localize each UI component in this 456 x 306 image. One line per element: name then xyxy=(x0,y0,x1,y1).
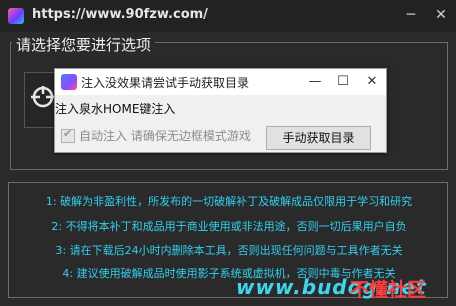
manual-get-directory-button[interactable]: 手动获取目录 xyxy=(266,126,371,150)
auto-inject-checkbox[interactable]: ✔ xyxy=(61,127,75,143)
close-button[interactable]: ✕ xyxy=(428,4,454,26)
options-legend: 请选择您要进行选项 xyxy=(12,34,156,55)
notice-line-3: 3: 请在下载后24小时内删除本工具，否则出现任何问题与工具作者无关 xyxy=(55,244,403,257)
dialog-maximize-button[interactable]: ☐ xyxy=(331,72,355,92)
inject-hint-text: 注入泉水HOME键注入 xyxy=(55,102,176,116)
app-logo-icon xyxy=(8,8,24,24)
inject-dialog: 注入没效果请尝试手动获取目录 — ☐ ✕ 注入泉水HOME键注入 ✔ 自动注入 … xyxy=(54,68,387,153)
notice-line-2: 2: 不得将本补丁和成品用于商业使用或非法用途，否则一切后果用户自负 xyxy=(51,220,407,233)
dialog-app-icon xyxy=(61,74,77,90)
title-bar: https://www.90fzw.com/ ─ ✕ xyxy=(0,0,456,32)
dialog-title-bar: 注入没效果请尝试手动获取目录 — ☐ ✕ xyxy=(55,69,386,95)
window-title: https://www.90fzw.com/ xyxy=(32,7,208,22)
main-window: https://www.90fzw.com/ ─ ✕ 请选择您要进行选项 1: … xyxy=(0,0,456,306)
dialog-minimize-button[interactable]: — xyxy=(303,72,327,92)
minimize-button[interactable]: ─ xyxy=(398,4,424,26)
crosshair-icon xyxy=(31,86,55,108)
dialog-title: 注入没效果请尝试手动获取目录 xyxy=(81,76,250,90)
dialog-close-button[interactable]: ✕ xyxy=(360,72,384,92)
check-mark-icon: ✔ xyxy=(63,127,73,140)
watermark-logo: 不懂社区 xyxy=(350,279,427,301)
auto-inject-label: 自动注入 请确保无边框模式游戏 xyxy=(79,129,251,143)
notice-line-1: 1: 破解为非盈利性，所发布的一切破解补丁及破解成品仅限用于学习和研究 xyxy=(45,195,413,208)
